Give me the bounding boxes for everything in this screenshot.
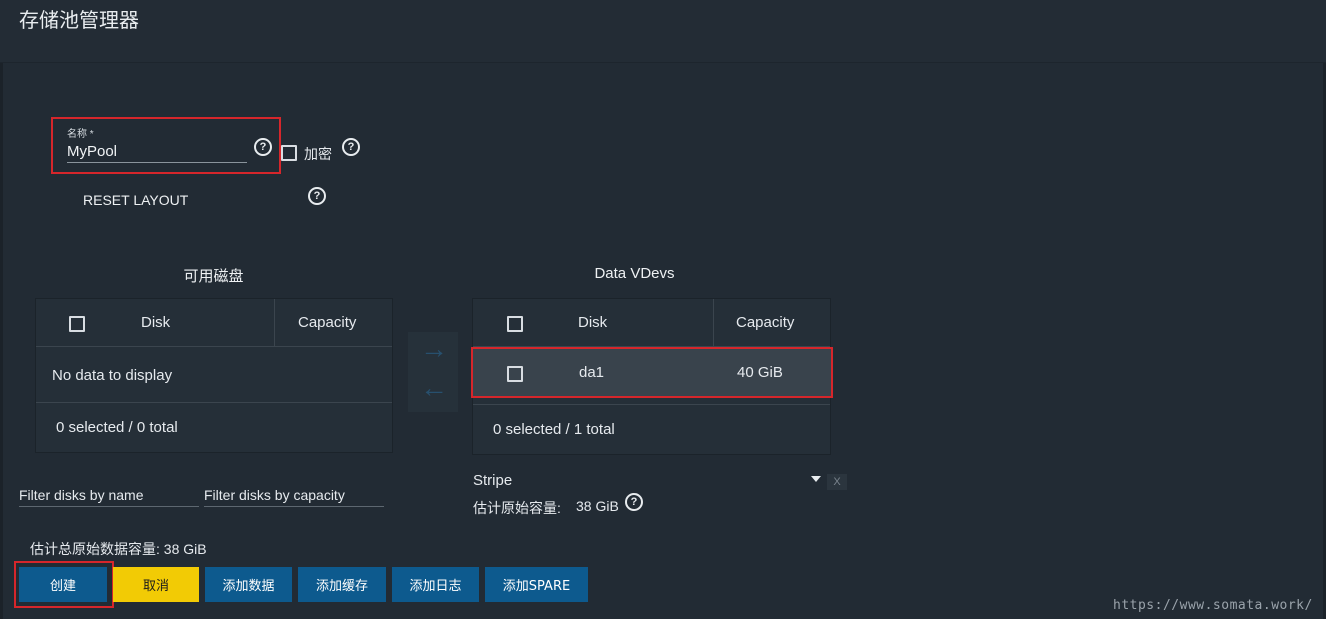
name-input[interactable] <box>67 140 247 163</box>
add-data-button[interactable]: 添加数据 <box>205 567 292 602</box>
select-all-checkbox[interactable] <box>69 316 85 332</box>
encrypt-checkbox[interactable] <box>281 145 297 161</box>
available-disks-title: 可用磁盘 <box>183 268 244 285</box>
arrow-right-icon[interactable]: → <box>420 333 448 365</box>
table-divider <box>473 404 830 405</box>
arrow-left-icon[interactable]: ← <box>420 372 448 404</box>
help-icon[interactable]: ? <box>254 138 272 156</box>
data-vdevs-title: Data VDevs <box>594 265 675 282</box>
page-header: 存储池管理器 <box>0 0 1326 63</box>
create-button-highlight <box>14 561 114 608</box>
help-icon[interactable]: ? <box>342 138 360 156</box>
move-controls: → ← <box>408 332 458 412</box>
selection-summary: 0 selected / 1 total <box>493 421 615 438</box>
estimated-raw-label: 估计原始容量: <box>473 500 561 516</box>
help-icon[interactable]: ? <box>308 187 326 205</box>
add-log-button[interactable]: 添加日志 <box>392 567 479 602</box>
empty-message: No data to display <box>52 367 173 384</box>
total-raw-capacity: 估计总原始数据容量: 38 GiB <box>30 541 207 557</box>
filter-capacity-input[interactable] <box>204 484 384 507</box>
chevron-down-icon[interactable] <box>811 476 821 482</box>
help-icon[interactable]: ? <box>625 493 643 511</box>
add-cache-button[interactable]: 添加缓存 <box>298 567 386 602</box>
estimated-raw-value: 38 GiB <box>576 498 619 514</box>
reset-layout-button[interactable]: RESET LAYOUT <box>75 186 193 214</box>
available-disks-table: Disk Capacity No data to display 0 selec… <box>35 298 393 453</box>
cancel-button[interactable]: 取消 <box>113 567 199 602</box>
name-field-label: 名称 * <box>67 129 94 140</box>
column-divider <box>713 299 714 347</box>
row-highlight <box>471 347 833 398</box>
column-header-disk[interactable]: Disk <box>578 299 607 347</box>
column-divider <box>274 299 275 347</box>
page-title: 存储池管理器 <box>19 10 139 32</box>
column-header-capacity[interactable]: Capacity <box>298 299 356 347</box>
filter-name-input[interactable] <box>19 484 199 507</box>
column-header-capacity[interactable]: Capacity <box>736 299 794 347</box>
remove-vdev-button[interactable]: X <box>827 474 847 490</box>
vdev-layout-select[interactable]: Stripe <box>473 472 512 489</box>
left-edge <box>0 0 3 619</box>
column-header-disk[interactable]: Disk <box>141 299 170 347</box>
table-header: Disk Capacity <box>473 299 830 347</box>
selection-summary: 0 selected / 0 total <box>56 419 178 436</box>
add-spare-button[interactable]: 添加SPARE <box>485 567 588 602</box>
watermark: https://www.somata.work/ <box>1113 598 1313 613</box>
table-divider <box>36 402 392 403</box>
select-all-checkbox[interactable] <box>507 316 523 332</box>
encrypt-label: 加密 <box>304 146 332 162</box>
table-header: Disk Capacity <box>36 299 392 347</box>
